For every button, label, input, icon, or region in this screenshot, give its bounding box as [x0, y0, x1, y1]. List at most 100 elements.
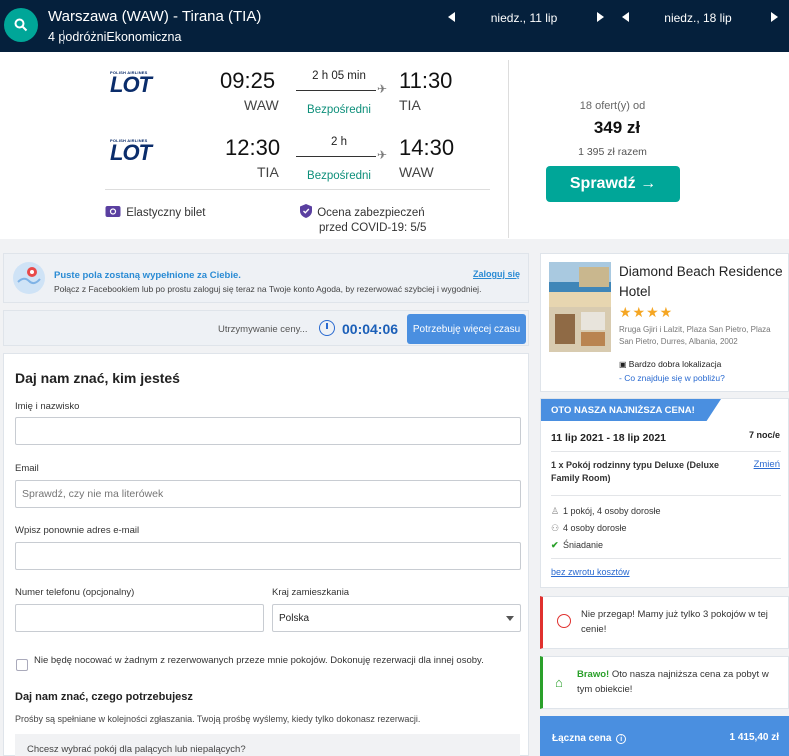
best-price-text: Brawo! Oto nasza najniższa cena za pobyt… [577, 669, 769, 695]
change-room-link[interactable]: Zmień [754, 459, 780, 470]
room-type: 1 x Pokój rodzinny typu Deluxe (Deluxe F… [551, 460, 720, 483]
form-title: Daj nam znać, kim jesteś [15, 370, 180, 386]
name-label: Imię i nazwisko [15, 401, 80, 412]
price: 349 zł [593, 118, 641, 137]
star-rating: ★★★★ [619, 304, 674, 320]
email-label: Email [15, 463, 39, 474]
price-total: 1 395 zł razem [578, 146, 647, 158]
phone-label: Numer telefonu (opcjonalny) [15, 587, 135, 598]
facebook-panel-title: Puste pola zostaną wypełnione za Ciebie. [54, 270, 241, 281]
outbound-arrival-time: 11:30 [399, 68, 453, 93]
plane-icon: ✈ [377, 82, 388, 96]
facebook-panel-text: Połącz z Facebookiem lub po prostu zalog… [54, 284, 482, 294]
nearby-link[interactable]: - Co znajduje się w pobliżu? [619, 373, 725, 383]
flex-ticket-label: Elastyczny bilet [126, 207, 206, 219]
inbound-departure-code: TIA [257, 164, 279, 180]
total-label: Łączna cena i [552, 733, 627, 744]
stay-dates: 11 lip 2021 - 18 lip 2021 [551, 432, 666, 444]
phone-field[interactable] [15, 604, 264, 632]
more-time-button[interactable]: Potrzebuję więcej czasu [407, 314, 526, 344]
divider [551, 495, 781, 496]
nights-count: 7 noc/e [748, 430, 780, 440]
hotel-name[interactable]: Diamond Beach Residence Hotel [619, 262, 784, 302]
covid-rating: Ocena zabezpieczeń przed COVID-19: 5/5 [298, 203, 426, 236]
refund-policy-link[interactable]: bez zwrotu kosztów [551, 567, 630, 577]
route-label[interactable]: Warszawa (WAW) - Tirana (TIA) [48, 8, 261, 25]
inbound-departure-time: 12:30 [225, 135, 281, 160]
divider [508, 60, 509, 238]
divider [105, 189, 490, 190]
plane-icon: ✈ [377, 148, 388, 162]
booking-for-other-label: Nie będę nocować w żadnym z rezerwowanyc… [34, 655, 484, 666]
booking-for-other-checkbox[interactable] [16, 659, 28, 671]
inbound-arrival-time: 14:30 [399, 135, 455, 160]
country-value: Polska [279, 613, 310, 624]
person-icon: ♙ [551, 506, 560, 516]
total-price-bar: Łączna cena i 1 415,40 zł [540, 716, 789, 756]
urgency-text: Nie przegap! Mamy już tylko 3 pokojów w … [581, 609, 768, 635]
prev-return-date-icon[interactable] [622, 12, 629, 22]
inbound-arrival-code: WAW [399, 164, 434, 180]
lot-logo: POLISH AIRLINES LOT [110, 138, 152, 165]
inbound-duration: 2 h [331, 136, 347, 148]
trip-meta[interactable]: 4 podróżni Ekonomiczna [48, 30, 181, 44]
shield-icon [300, 204, 312, 218]
outbound-departure-time: 09:25 [220, 68, 276, 93]
outbound-route-line [296, 90, 376, 91]
email-field[interactable] [15, 480, 521, 508]
info-icon[interactable]: i [616, 734, 627, 744]
outbound-departure-code: WAW [244, 97, 279, 113]
chevron-down-icon [506, 616, 514, 621]
next-return-date-icon[interactable] [771, 12, 778, 22]
hotel-card: Diamond Beach Residence Hotel ★★★★ Rruga… [540, 253, 789, 392]
divider [551, 558, 781, 559]
tag-icon: ⌂ [555, 675, 563, 690]
urgency-notice: Nie przegap! Mamy już tylko 3 pokojów w … [540, 596, 789, 649]
map-illustration-icon [13, 262, 45, 294]
covid-line1: Ocena zabezpieczeń [317, 207, 425, 219]
country-select[interactable]: Polska [272, 604, 521, 632]
inbound-stops: Bezpośredni [307, 170, 371, 182]
hotel-address: Rruga Gjiri i Lalzit, Plaza San Pietro, … [619, 325, 771, 346]
travellers-label: 4 podróżni [48, 30, 107, 44]
special-requests-title: Daj nam znać, czego potrzebujesz [15, 691, 193, 703]
timer-value: 00:04:06 [342, 321, 399, 337]
people-icon: ⚇ [551, 523, 560, 533]
email-repeat-field[interactable] [15, 542, 521, 570]
best-price-notice: ⌂ Brawo! Oto nasza najniższa cena za pob… [540, 656, 789, 709]
location-rating: ▣ Bardzo dobra lokalizacja [619, 359, 722, 369]
name-field[interactable] [15, 417, 521, 445]
next-depart-date-icon[interactable] [597, 12, 604, 22]
building-icon: ▣ [619, 360, 629, 369]
facebook-login-panel: Puste pola zostaną wypełnione za Ciebie.… [3, 253, 529, 303]
return-date[interactable]: niedz., 18 lip [648, 11, 748, 25]
search-icon [14, 18, 28, 32]
login-link[interactable]: Zaloguj się [473, 269, 520, 279]
booking-summary-card: OTO NASZA NAJNIŻSZA CENA! 11 lip 2021 - … [540, 398, 789, 588]
depart-date[interactable]: niedz., 11 lip [474, 11, 574, 25]
country-label: Kraj zamieszkania [272, 587, 350, 598]
guest-details-form: Daj nam znać, kim jesteś Imię i nazwisko… [3, 353, 529, 756]
checkmark-icon: ✔ [551, 540, 559, 550]
outbound-arrival-code: TIA [399, 97, 421, 113]
total-value: 1 415,40 zł [729, 732, 779, 743]
hotel-photo [549, 262, 611, 352]
flexible-ticket-icon [105, 206, 121, 217]
alarm-clock-icon [557, 614, 571, 628]
lot-logo: POLISH AIRLINES LOT [110, 70, 152, 97]
inbound-route-line [296, 156, 376, 157]
check-button[interactable]: Sprawdź → [546, 166, 680, 202]
breakfast-included: ✔ Śniadanie [551, 540, 604, 550]
price-hold-timer: Utrzymywanie ceny... 00:04:06 Potrzebuję… [3, 310, 529, 346]
prev-depart-date-icon[interactable] [448, 12, 455, 22]
smoking-preference[interactable]: Chcesz wybrać pokój dla palących lub nie… [15, 734, 520, 756]
search-button[interactable] [4, 8, 38, 42]
flex-ticket-feature: Elastyczny bilet [105, 205, 205, 219]
divider [63, 30, 64, 44]
outbound-duration: 2 h 05 min [312, 70, 366, 82]
offers-count: 18 ofert(y) od [579, 100, 646, 112]
clock-icon [319, 320, 335, 336]
room-occupancy: ♙ 1 pokój, 4 osoby dorosłe [551, 506, 661, 516]
lowest-price-banner: OTO NASZA NAJNIŻSZA CENA! [541, 399, 721, 421]
search-summary-bar: Warszawa (WAW) - Tirana (TIA) 4 podróżni… [0, 0, 789, 52]
